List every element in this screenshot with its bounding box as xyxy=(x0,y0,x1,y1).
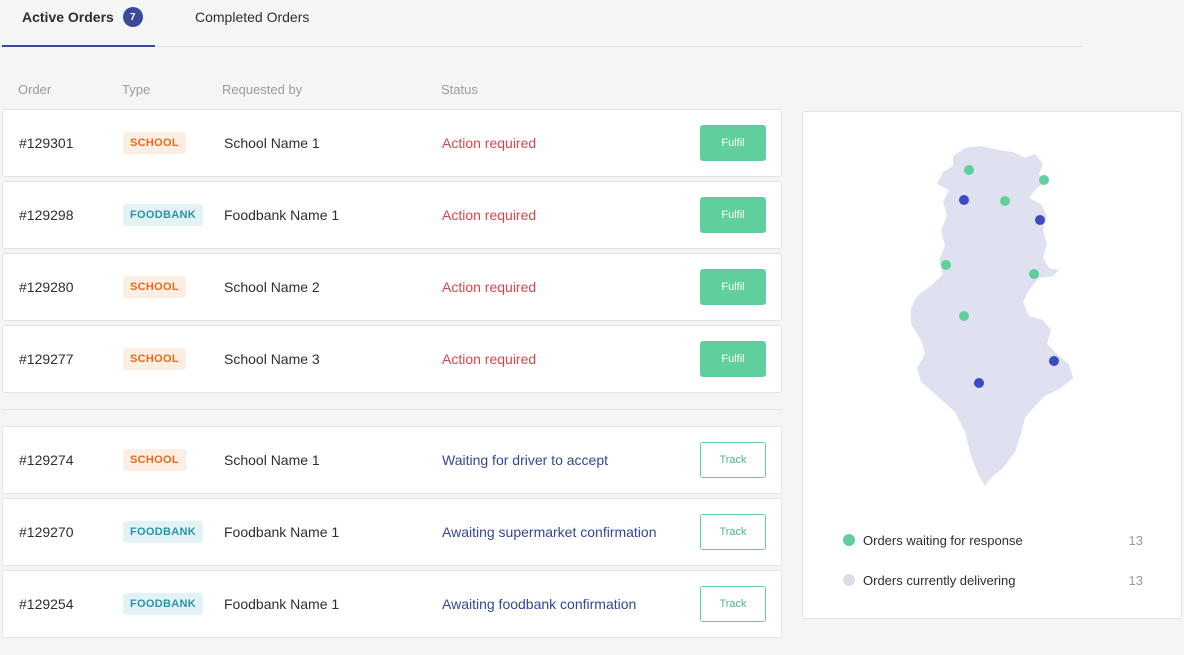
type-badge: FOODBANK xyxy=(123,521,203,543)
order-type: FOODBANK xyxy=(123,571,203,637)
column-header-type: Type xyxy=(122,82,151,97)
order-row[interactable]: #129270 FOODBANK Foodbank Name 1 Awaiting s… xyxy=(2,498,782,566)
type-badge: SCHOOL xyxy=(123,276,186,298)
order-id: #129301 xyxy=(19,135,74,151)
order-type: SCHOOL xyxy=(123,427,186,493)
order-row[interactable]: #129298 FOODBANK Foodbank Name 1 Action req… xyxy=(2,181,782,249)
order-row[interactable]: #129254 FOODBANK Foodbank Name 1 Awaiting f… xyxy=(2,570,782,638)
order-tabs: Active Orders 7 Completed Orders xyxy=(0,0,1082,47)
column-header-requested-by: Requested by xyxy=(222,82,303,97)
map-marker-waiting[interactable] xyxy=(959,311,969,321)
order-status: Awaiting foodbank confirmation xyxy=(442,596,637,612)
active-count-badge: 7 xyxy=(122,7,143,27)
legend-delivering: Orders currently delivering 13 xyxy=(843,570,1143,590)
order-id: #129280 xyxy=(19,279,74,295)
requested-by: School Name 1 xyxy=(224,452,320,468)
order-row[interactable]: #129301 SCHOOL School Name 1 Action require… xyxy=(2,109,782,177)
order-status: Action required xyxy=(442,279,537,295)
map-marker-delivering[interactable] xyxy=(974,378,984,388)
type-badge: FOODBANK xyxy=(123,593,203,615)
legend-dot-waiting xyxy=(843,534,855,546)
tab-label: Active Orders xyxy=(22,9,114,25)
order-type: FOODBANK xyxy=(123,499,203,565)
order-type: SCHOOL xyxy=(123,110,186,176)
column-header-status: Status xyxy=(441,82,478,97)
order-status: Action required xyxy=(442,135,537,151)
requested-by: School Name 2 xyxy=(224,279,320,295)
order-status: Action required xyxy=(442,351,537,367)
order-row[interactable]: #129277 SCHOOL School Name 3 Action require… xyxy=(2,325,782,393)
order-type: SCHOOL xyxy=(123,254,186,320)
map-marker-delivering[interactable] xyxy=(1049,356,1059,366)
requested-by: School Name 3 xyxy=(224,351,320,367)
order-type: FOODBANK xyxy=(123,182,203,248)
track-button[interactable]: Track xyxy=(700,514,766,550)
order-id: #129298 xyxy=(19,207,74,223)
requested-by: Foodbank Name 1 xyxy=(224,524,340,540)
order-type: SCHOOL xyxy=(123,326,186,392)
orders-map xyxy=(911,146,1073,486)
legend-label: Orders waiting for response xyxy=(863,532,1023,548)
legend-dot-delivering xyxy=(843,574,855,586)
map-marker-waiting[interactable] xyxy=(964,165,974,175)
order-id: #129274 xyxy=(19,452,74,468)
type-badge: SCHOOL xyxy=(123,449,186,471)
legend-count: 13 xyxy=(1128,532,1143,548)
fulfil-button[interactable]: Fulfil xyxy=(700,125,766,161)
column-header-order: Order xyxy=(18,82,52,97)
order-id: #129254 xyxy=(19,596,74,612)
section-divider xyxy=(2,409,782,410)
map-panel: Orders waiting for response 13 Orders cu… xyxy=(802,111,1182,619)
requested-by: School Name 1 xyxy=(224,135,320,151)
legend-count: 13 xyxy=(1128,572,1143,588)
order-id: #129277 xyxy=(19,351,74,367)
map-marker-delivering[interactable] xyxy=(1035,215,1045,225)
requested-by: Foodbank Name 1 xyxy=(224,596,340,612)
fulfil-button[interactable]: Fulfil xyxy=(700,197,766,233)
order-status: Awaiting supermarket confirmation xyxy=(442,524,657,540)
tab-active-orders[interactable]: Active Orders 7 xyxy=(2,0,155,47)
order-row[interactable]: #129280 SCHOOL School Name 2 Action require… xyxy=(2,253,782,321)
legend-waiting: Orders waiting for response 13 xyxy=(843,530,1143,550)
type-badge: SCHOOL xyxy=(123,348,186,370)
type-badge: FOODBANK xyxy=(123,204,203,226)
order-id: #129270 xyxy=(19,524,74,540)
map-marker-waiting[interactable] xyxy=(941,260,951,270)
map-marker-waiting[interactable] xyxy=(1029,269,1039,279)
fulfil-button[interactable]: Fulfil xyxy=(700,269,766,305)
track-button[interactable]: Track xyxy=(700,586,766,622)
requested-by: Foodbank Name 1 xyxy=(224,207,340,223)
order-status: Waiting for driver to accept xyxy=(442,452,608,468)
track-button[interactable]: Track xyxy=(700,442,766,478)
type-badge: SCHOOL xyxy=(123,132,186,154)
map-marker-delivering[interactable] xyxy=(959,195,969,205)
legend-label: Orders currently delivering xyxy=(863,572,1016,588)
order-status: Action required xyxy=(442,207,537,223)
tab-completed-orders[interactable]: Completed Orders xyxy=(195,0,309,47)
fulfil-button[interactable]: Fulfil xyxy=(700,341,766,377)
order-row[interactable]: #129274 SCHOOL School Name 1 Waiting for dr… xyxy=(2,426,782,494)
map-marker-waiting[interactable] xyxy=(1000,196,1010,206)
map-marker-waiting[interactable] xyxy=(1039,175,1049,185)
map-region-shape xyxy=(911,146,1073,486)
tab-label: Completed Orders xyxy=(195,9,310,25)
